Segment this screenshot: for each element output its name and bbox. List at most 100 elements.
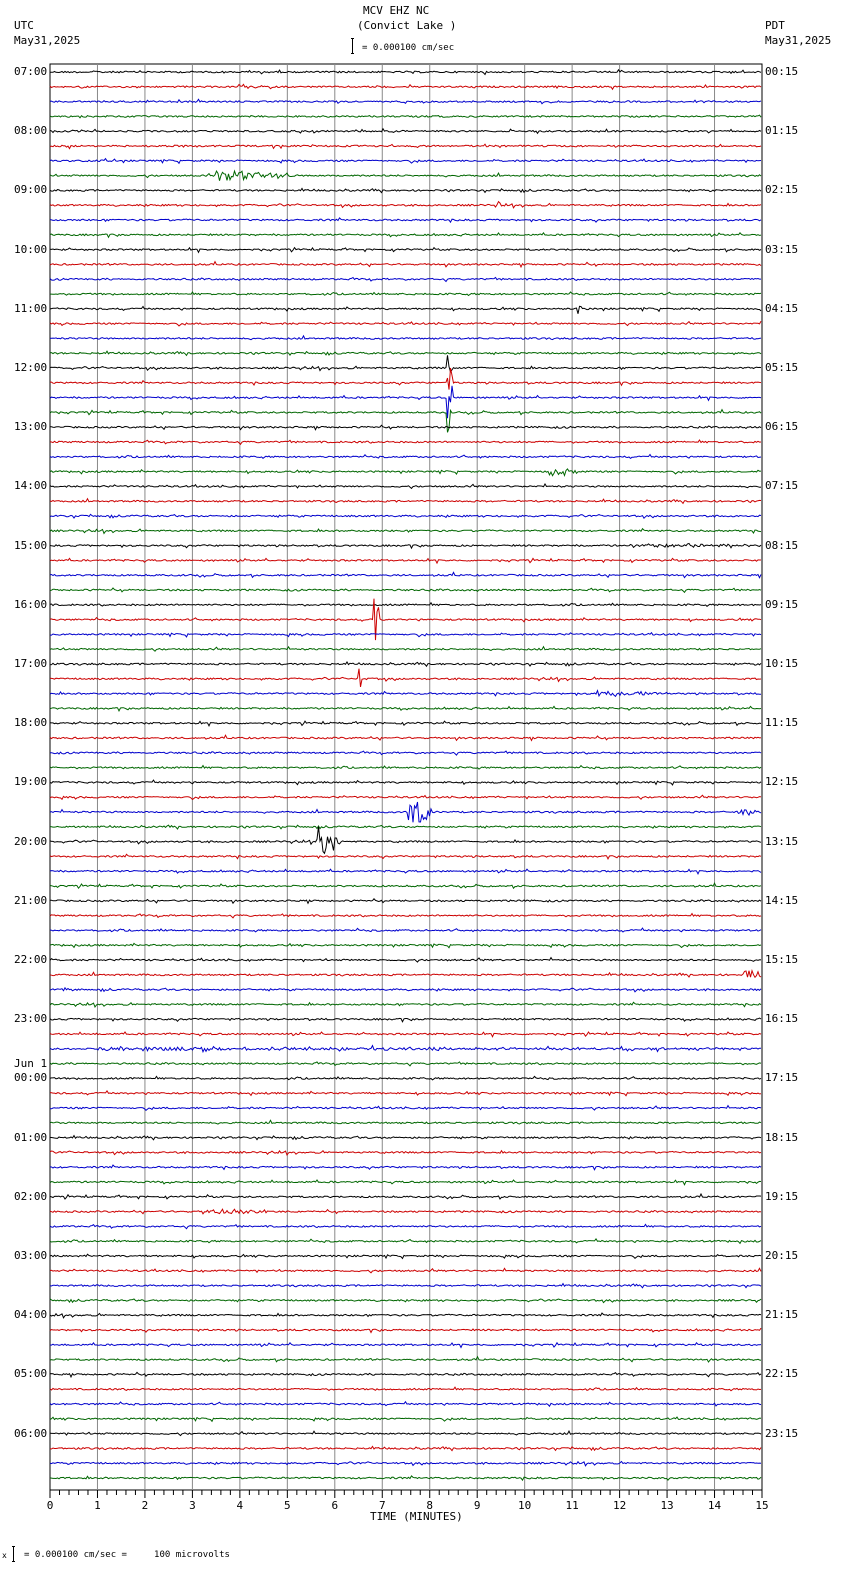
utc-hour-label: 14:00 (14, 479, 48, 493)
seismic-trace (49, 1223, 762, 1230)
footer-scale-text: = 0.000100 cm/sec = 100 microvolts (24, 1550, 230, 1560)
seismic-trace (50, 898, 762, 905)
footer-marker: x (2, 1551, 7, 1560)
seismic-trace (49, 169, 762, 182)
helicorder-plot: 0 1 2 3 4 5 6 7 8 9 10 11 12 13 14 15 (47, 63, 769, 1512)
seismic-trace (49, 1119, 762, 1125)
pdt-hour-label: 09:15 (765, 597, 799, 611)
seismic-trace (49, 1371, 762, 1379)
seismic-trace (49, 1061, 762, 1067)
utc-hour-label: 13:00 (14, 420, 48, 434)
pdt-hour-label: 19:15 (765, 1189, 799, 1203)
seismic-trace (49, 260, 762, 269)
utc-hour-label: 09:00 (14, 183, 48, 197)
x-tick-label: 12 (613, 1499, 626, 1512)
pdt-hour-label: 10:15 (765, 657, 799, 670)
seismic-trace (49, 1355, 762, 1363)
seismic-trace (49, 1312, 762, 1319)
pdt-hour-label: 20:15 (765, 1249, 799, 1262)
pdt-hour-label: 15:15 (765, 953, 799, 966)
x-tick-label: 3 (189, 1499, 196, 1512)
utc-hour-label: 07:00 (14, 65, 48, 78)
seismic-trace (50, 631, 762, 638)
seismic-trace (49, 1416, 762, 1423)
plot-frame (49, 63, 763, 1491)
pdt-hour-label: 06:15 (765, 420, 799, 434)
x-tick-label: 15 (755, 1499, 768, 1512)
seismic-trace (49, 661, 762, 668)
seismic-trace (49, 468, 762, 478)
utc-hour-label: 02:00 (14, 1189, 48, 1203)
seismic-trace (49, 217, 762, 224)
footer-scale-bar-icon (12, 1546, 15, 1562)
seismic-trace (50, 367, 762, 390)
seismic-trace (49, 305, 762, 314)
seismic-trace (49, 1253, 762, 1260)
seismic-trace (49, 794, 762, 801)
seismic-trace (49, 1017, 762, 1023)
seismic-trace (49, 668, 762, 687)
utc-hour-label: 20:00 (14, 834, 48, 848)
pdt-hour-label: 16:15 (765, 1012, 799, 1026)
seismic-trace (49, 453, 762, 460)
seismic-trace (49, 1001, 762, 1009)
utc-hour-label: 05:00 (14, 1367, 48, 1381)
seismic-trace (49, 439, 762, 446)
seismic-trace (49, 98, 762, 105)
x-axis-label: TIME (MINUTES) (370, 1510, 463, 1523)
seismic-trace (49, 734, 762, 742)
x-tick-label: 1 (94, 1499, 101, 1512)
seismic-trace (49, 1267, 762, 1274)
utc-hour-label: 00:00 (14, 1071, 48, 1085)
seismic-trace (49, 114, 762, 119)
utc-hour-label: 06:00 (14, 1426, 48, 1440)
seismic-trace (49, 187, 762, 194)
seismic-trace (49, 355, 762, 374)
x-tick-label: 6 (331, 1499, 338, 1512)
x-tick-label: 2 (142, 1499, 149, 1512)
seismic-trace (49, 1090, 762, 1097)
seismic-trace (49, 882, 762, 890)
seismic-trace (49, 986, 762, 993)
pdt-hour-label: 12:15 (765, 775, 799, 789)
seismic-trace (49, 1460, 762, 1467)
seismic-trace (49, 1298, 762, 1304)
seismic-trace (49, 645, 762, 652)
seismic-trace (49, 826, 762, 855)
seismic-trace (49, 1075, 762, 1081)
seismic-trace (49, 601, 762, 607)
pdt-hour-label: 04:15 (765, 301, 799, 315)
seismic-trace (49, 824, 762, 830)
seismic-trace (49, 927, 762, 933)
utc-hour-label: 03:00 (14, 1249, 48, 1262)
date-change-label: Jun 1 (14, 1057, 48, 1071)
seismic-trace (49, 1341, 762, 1349)
seismic-trace (49, 276, 761, 283)
seismic-trace (49, 83, 762, 91)
seismic-trace (49, 1149, 762, 1157)
pdt-hour-label: 17:15 (765, 1071, 799, 1085)
seismic-trace (49, 801, 762, 823)
pdt-hour-label: 14:15 (765, 893, 799, 907)
pdt-hour-label: 00:15 (765, 65, 799, 78)
utc-hour-label: 10:00 (14, 242, 48, 256)
seismic-trace (49, 350, 762, 357)
utc-hour-label: 22:00 (14, 953, 48, 966)
pdt-hour-label: 01:15 (765, 124, 799, 138)
seismic-trace (49, 853, 762, 861)
seismic-trace (49, 1386, 762, 1392)
seismic-trace (49, 968, 762, 979)
utc-hour-label: 19:00 (14, 775, 48, 789)
seismic-trace (49, 689, 761, 698)
seismic-trace (49, 1031, 762, 1038)
seismic-trace (49, 246, 762, 254)
seismic-trace (49, 720, 762, 728)
seismic-trace (49, 764, 762, 770)
pdt-hour-label: 11:15 (765, 716, 799, 730)
seismic-trace (49, 1445, 762, 1452)
pdt-hour-label: 18:15 (765, 1130, 799, 1144)
seismic-trace (49, 513, 762, 520)
x-tick-label: 14 (708, 1499, 722, 1512)
seismic-trace (49, 956, 762, 963)
seismic-trace (49, 750, 762, 756)
